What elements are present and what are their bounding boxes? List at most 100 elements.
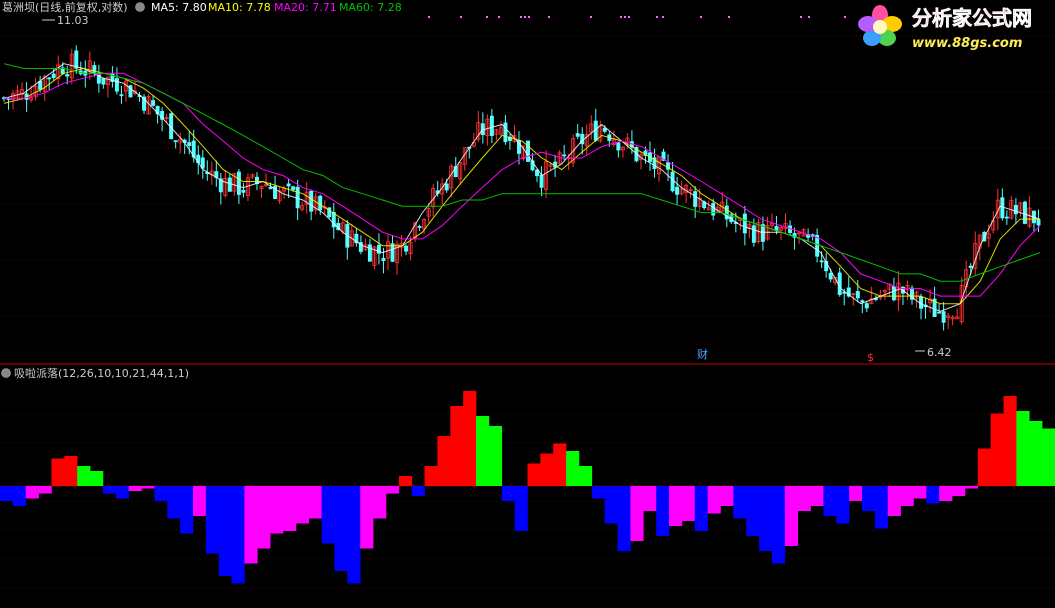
candle-body: [291, 186, 296, 190]
indicator-bar: [192, 486, 207, 516]
signal-dot: [728, 16, 730, 18]
indicator-bar: [295, 486, 310, 524]
candle-body: [526, 140, 530, 162]
indicator-bar: [630, 486, 644, 541]
indicator-bar: [733, 486, 747, 519]
site-logo: 分析家公式网 www.88gs.com: [858, 5, 1032, 51]
signal-dot: [620, 16, 622, 18]
candle-body: [236, 171, 241, 195]
indicator-bar: [51, 458, 65, 486]
event-cai-marker[interactable]: 财: [697, 347, 708, 361]
candle-body: [444, 183, 449, 191]
stock-chart: 葛洲坝(日线,前复权,对数) MA5: 7.80 MA10: 7.78 MA20…: [0, 0, 1055, 608]
indicator-bar: [1029, 421, 1043, 486]
indicator-bar: [0, 486, 14, 501]
candle-body: [693, 191, 698, 207]
indicator-bar: [1042, 428, 1055, 486]
candle-body: [819, 260, 824, 263]
candle-body: [828, 272, 833, 280]
candle-body: [404, 245, 409, 252]
price-legend: 葛洲坝(日线,前复权,对数) MA5: 7.80 MA10: 7.78 MA20…: [2, 0, 402, 14]
indicator-bar: [373, 486, 387, 519]
indicator-bar: [218, 486, 232, 576]
candle-body: [187, 142, 192, 146]
indicator-bar: [411, 486, 425, 496]
indicator-bar: [553, 443, 567, 486]
indicator-bar: [797, 486, 811, 511]
indicator-bar: [913, 486, 927, 499]
indicator-bar: [694, 486, 708, 531]
candle-body: [941, 311, 946, 323]
candle-body: [539, 174, 544, 188]
candle-body: [860, 300, 865, 303]
candle-body: [711, 202, 716, 216]
indicator-bar: [874, 486, 889, 529]
indicator-bar: [849, 486, 863, 501]
indicator-bar: [1003, 396, 1017, 486]
candle-body: [241, 189, 246, 193]
candle-body: [562, 154, 567, 157]
event-dollar-marker[interactable]: $: [867, 351, 874, 364]
indicator-bar: [977, 448, 991, 486]
signal-dot: [520, 16, 522, 18]
indicator-toggle-icon[interactable]: [1, 368, 11, 378]
indicator-title: 吸啦派落(12,26,10,10,21,44,1,1): [14, 366, 189, 380]
indicator-bar: [450, 406, 464, 486]
signal-dot: [524, 16, 526, 18]
indicator-bar: [900, 486, 914, 506]
candle-body: [318, 195, 323, 211]
ma10-value: MA10: 7.78: [208, 1, 271, 14]
indicator-bar: [823, 486, 837, 516]
candle-body: [51, 73, 56, 78]
indicator-bar: [681, 486, 696, 521]
indicator-bar: [231, 486, 245, 584]
signal-dot: [460, 16, 462, 18]
candle-body: [616, 142, 621, 151]
candle-body: [602, 127, 607, 132]
candle-body: [173, 140, 178, 143]
candle-body: [47, 77, 52, 80]
indicator-bar: [180, 486, 194, 534]
indicator-bar: [154, 486, 168, 501]
signal-dot: [656, 16, 658, 18]
indicator-bar: [759, 486, 773, 551]
indicator-bar: [25, 486, 39, 499]
indicator-bar: [347, 486, 361, 584]
indicator-bar: [771, 486, 786, 564]
signal-dot: [844, 16, 846, 18]
signal-dot: [590, 16, 592, 18]
signal-dot: [662, 16, 664, 18]
candle-body: [101, 78, 106, 85]
indicator-bar: [102, 486, 117, 494]
indicator-bar: [604, 486, 618, 524]
settings-toggle-icon[interactable]: [135, 2, 145, 12]
indicator-bar: [527, 463, 541, 486]
candle-body: [381, 257, 386, 262]
candle-body: [1036, 219, 1041, 226]
indicator-bar: [424, 466, 438, 486]
indicator-bar: [321, 486, 335, 544]
indicator-bar: [990, 413, 1004, 486]
indicator-bar: [566, 451, 580, 486]
indicator-bar: [836, 486, 850, 524]
indicator-bar: [720, 486, 734, 506]
indicator-bar: [501, 486, 515, 501]
candle-body: [119, 94, 124, 97]
indicator-bar: [514, 486, 528, 531]
indicator-bar: [398, 476, 413, 486]
candle-body: [675, 186, 680, 195]
stock-title: 葛洲坝(日线,前复权,对数): [2, 0, 128, 14]
indicator-bar: [476, 416, 490, 486]
candle-body: [751, 225, 756, 243]
signal-dot: [800, 16, 802, 18]
indicator-bar: [360, 486, 374, 549]
signal-dot: [498, 16, 500, 18]
candle-body: [367, 244, 372, 262]
candle-body: [268, 187, 273, 190]
indicator-bar: [64, 456, 78, 486]
indicator-bar: [12, 486, 27, 506]
indicator-bar: [141, 486, 155, 489]
indicator-bar: [926, 486, 940, 504]
candle-body: [575, 133, 580, 137]
indicator-bar: [707, 486, 721, 514]
